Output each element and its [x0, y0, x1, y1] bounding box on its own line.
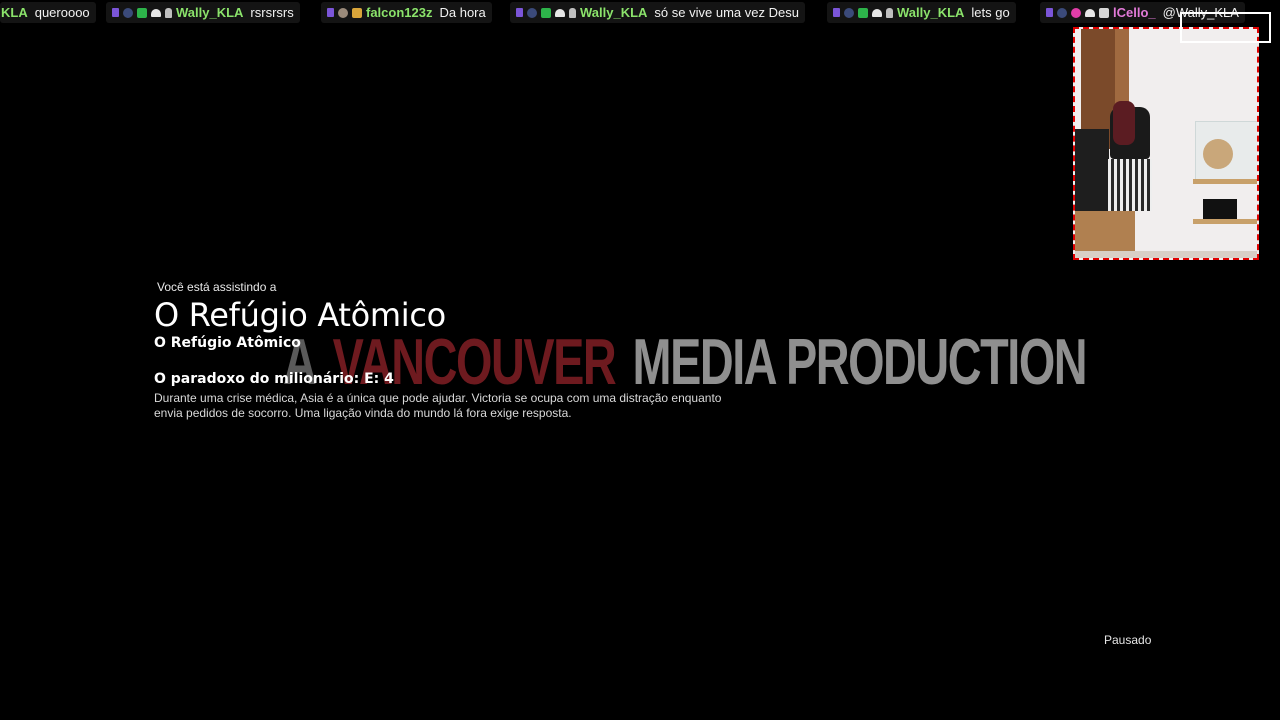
hat-badge-icon	[872, 8, 882, 17]
chat-username: lCello_	[1113, 5, 1156, 20]
paused-status: Pausado	[1104, 633, 1152, 647]
webcam-floor	[1075, 251, 1257, 258]
chat-username: KLA	[1, 5, 28, 20]
platform-icon	[833, 8, 840, 17]
webcam-person	[1108, 159, 1152, 211]
gem-badge-icon	[1099, 7, 1109, 18]
sub-badge-icon	[1057, 7, 1067, 18]
chat-username: falcon123z	[366, 5, 433, 20]
chat-username: Wally_KLA	[897, 5, 965, 20]
bunny-badge-icon	[569, 7, 576, 18]
webcam-basket	[1203, 139, 1233, 169]
webcam-box	[1203, 199, 1237, 221]
chat-text: só se vive uma vez Desu	[654, 5, 799, 20]
webcam-person	[1113, 101, 1135, 145]
chat-message: Wally_KLA só se vive uma vez Desu	[510, 2, 805, 23]
webcam-feed	[1073, 27, 1259, 260]
chat-message: Wally_KLA lets go	[827, 2, 1016, 23]
chat-text: lets go	[971, 5, 1010, 20]
chat-message: falcon123z Da hora	[321, 2, 492, 23]
now-watching-label: Você está assistindo a	[157, 280, 277, 294]
chat-text: queroooo	[34, 5, 90, 20]
now-watching-panel: Você está assistindo a O Refúgio Atômico…	[154, 280, 754, 421]
platform-icon	[516, 8, 523, 17]
check-badge-icon	[541, 7, 551, 18]
platform-icon	[327, 8, 334, 17]
bunny-badge-icon	[886, 7, 893, 18]
face-badge-icon	[338, 7, 348, 18]
chat-username: Wally_KLA	[176, 5, 244, 20]
episode-title: O paradoxo do milionário: E: 4	[154, 371, 394, 387]
hat-badge-icon	[555, 8, 565, 17]
sub-badge-icon	[123, 7, 133, 18]
sub-badge-icon	[527, 7, 537, 18]
webcam-monitor	[1075, 129, 1109, 215]
show-title: O Refúgio Atômico	[154, 296, 446, 334]
sub-badge-icon	[844, 7, 854, 18]
hat-badge-icon	[151, 8, 161, 17]
webcam-shelf	[1193, 219, 1257, 224]
platform-icon	[112, 8, 119, 17]
bunny-badge-icon	[165, 7, 172, 18]
platform-icon	[1046, 8, 1053, 17]
chat-text: rsrsrsrs	[250, 5, 294, 20]
heart-badge-icon	[1071, 7, 1081, 18]
chat-message: KLA queroooo	[0, 2, 96, 23]
chat-username: Wally_KLA	[580, 5, 648, 20]
chat-message: Wally_KLA rsrsrsrs	[106, 2, 300, 23]
show-subtitle: O Refúgio Atômico	[154, 335, 301, 351]
gift-badge-icon	[352, 7, 362, 18]
episode-description: Durante uma crise médica, Asia é a única…	[154, 391, 722, 420]
overlay-frame	[1180, 12, 1271, 43]
hat-badge-icon	[1085, 8, 1095, 17]
chat-ticker: KLA queroooo Wally_KLA rsrsrsrs falcon12…	[0, 0, 1280, 26]
chat-text: Da hora	[439, 5, 486, 20]
webcam-desk	[1075, 211, 1135, 251]
check-badge-icon	[858, 7, 868, 18]
webcam-shelf	[1193, 179, 1257, 184]
check-badge-icon	[137, 7, 147, 18]
